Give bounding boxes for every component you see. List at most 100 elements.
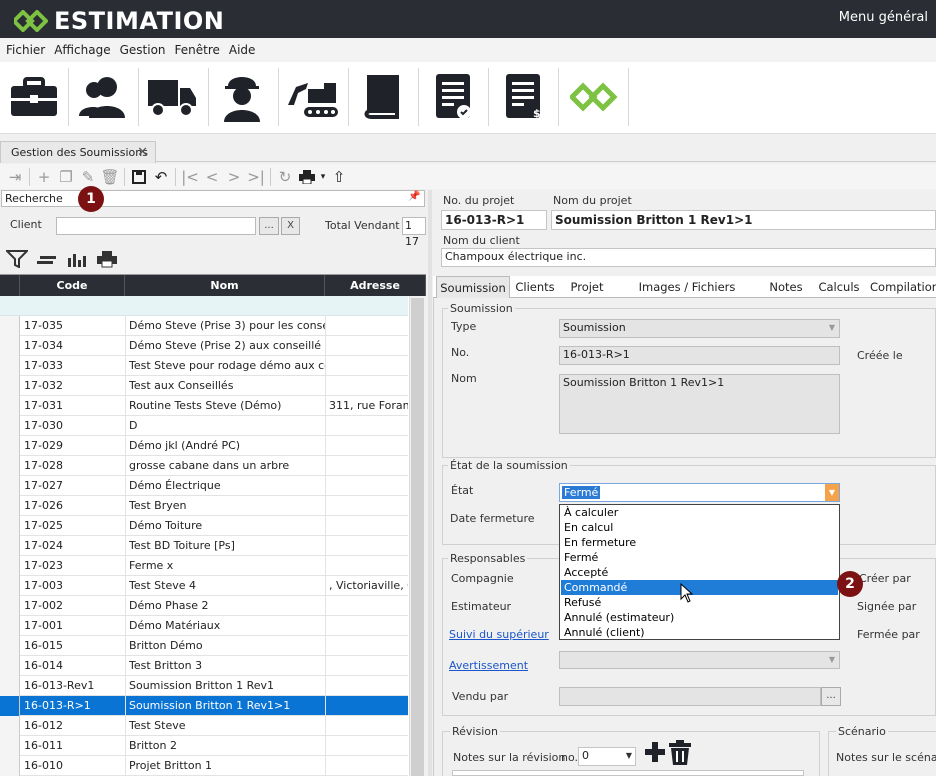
tab-images-fichiers[interactable]: Images / Fichiers attachés	[616, 276, 758, 316]
row-selector[interactable]	[0, 516, 20, 536]
row-selector[interactable]	[0, 656, 20, 676]
export-icon[interactable]: ⇧	[328, 167, 350, 187]
last-icon[interactable]: >|	[245, 167, 267, 187]
etat-option[interactable]: À calculer	[561, 505, 838, 520]
refresh-icon[interactable]: ↻	[274, 167, 296, 187]
copy-icon[interactable]: ❐	[55, 167, 77, 187]
close-icon[interactable]: ✕	[137, 145, 148, 160]
row-selector[interactable]	[0, 476, 20, 496]
edit-icon[interactable]: ✎	[77, 167, 99, 187]
table-row[interactable]: 17-023 Ferme x	[0, 556, 408, 576]
splitter[interactable]	[428, 190, 432, 776]
table-row[interactable]: 17-034 Démo Steve (Prise 2) aux conseillé	[0, 336, 408, 356]
menu-fichier[interactable]: Fichier	[6, 43, 45, 57]
table-row[interactable]: 17-029 Démo jkl (André PC)	[0, 436, 408, 456]
save-icon[interactable]	[128, 167, 150, 187]
column-header-nom[interactable]: Nom	[125, 275, 325, 296]
row-selector[interactable]	[0, 536, 20, 556]
row-selector[interactable]	[0, 736, 20, 756]
nom-field[interactable]: Soumission Britton 1 Rev1>1	[559, 374, 840, 434]
search-input[interactable]: Recherche	[1, 190, 425, 207]
table-row[interactable]: 16-015 Britton Démo	[0, 636, 408, 656]
table-row[interactable]: 17-003 Test Steve 4 , Victoriaville, Q	[0, 576, 408, 596]
etat-option[interactable]: Refusé	[561, 595, 838, 610]
table-row[interactable]: 17-025 Démo Toiture	[0, 516, 408, 536]
row-selector[interactable]	[0, 316, 20, 336]
grid-filter-row[interactable]	[0, 296, 408, 316]
avertissement-link[interactable]: Avertissement	[449, 659, 528, 672]
row-selector[interactable]	[0, 616, 20, 636]
prev-icon[interactable]: <	[201, 167, 223, 187]
revision-no-select[interactable]: 0 ▼	[578, 747, 636, 766]
etat-option[interactable]: En calcul	[561, 520, 838, 535]
etat-option[interactable]: En fermeture	[561, 535, 838, 550]
revision-notes-field[interactable]	[452, 770, 804, 776]
suivi-superieur-link[interactable]: Suivi du supérieur	[449, 628, 549, 641]
undo-icon[interactable]: ↶	[150, 167, 172, 187]
row-selector[interactable]	[0, 576, 20, 596]
table-row[interactable]: 17-026 Test Bryen	[0, 496, 408, 516]
truck-button[interactable]	[142, 66, 202, 128]
catalog-button[interactable]	[352, 66, 412, 128]
row-selector[interactable]	[0, 416, 20, 436]
row-selector[interactable]	[0, 336, 20, 356]
menu-general-button[interactable]: Menu général	[839, 10, 928, 25]
print-icon[interactable]	[96, 250, 118, 268]
row-selector[interactable]	[0, 636, 20, 656]
nom-client-field[interactable]: Champoux électrique inc.	[441, 248, 936, 267]
row-selector[interactable]	[0, 716, 20, 736]
tab-notes[interactable]: Notes	[764, 276, 808, 298]
etat-option[interactable]: Annulé (client)	[561, 625, 838, 640]
row-selector[interactable]	[0, 676, 20, 696]
row-selector[interactable]	[0, 436, 20, 456]
etat-option[interactable]: Commandé	[561, 580, 838, 595]
briefcase-button[interactable]	[4, 66, 64, 128]
client-input[interactable]	[56, 217, 256, 235]
vendu-par-field[interactable]	[559, 687, 821, 706]
tab-calculs[interactable]: Calculs	[814, 276, 864, 298]
table-row[interactable]: 16-013-R>1 Soumission Britton 1 Rev1>1	[0, 696, 408, 716]
first-icon[interactable]: |<	[179, 167, 201, 187]
table-row[interactable]: 16-011 Britton 2	[0, 736, 408, 756]
print-dropdown-icon[interactable]: ▾	[318, 167, 328, 187]
table-row[interactable]: 16-012 Test Steve	[0, 716, 408, 736]
table-row[interactable]: 17-002 Démo Phase 2	[0, 596, 408, 616]
pin-icon[interactable]: 📌	[408, 191, 420, 202]
table-row[interactable]: 17-024 Test BD Toiture [Ps]	[0, 536, 408, 556]
delete-icon[interactable]: 🗑	[99, 167, 121, 187]
column-header-code[interactable]: Code	[20, 275, 125, 296]
table-row[interactable]: 16-010 Projet Britton 1	[0, 756, 408, 776]
row-selector[interactable]	[0, 396, 20, 416]
invoices-button[interactable]: $	[494, 66, 554, 128]
add-icon[interactable]: +	[33, 167, 55, 187]
client-clear-button[interactable]: X	[281, 217, 300, 235]
table-row[interactable]: 17-001 Démo Matériaux	[0, 616, 408, 636]
chart-icon[interactable]	[66, 250, 88, 268]
etat-select[interactable]: Fermé ▼	[559, 483, 840, 502]
row-selector[interactable]	[0, 496, 20, 516]
tab-soumission[interactable]: Soumission	[436, 276, 510, 298]
etat-option[interactable]: Annulé (estimateur)	[561, 610, 838, 625]
delete-revision-icon[interactable]	[668, 740, 692, 769]
exit-icon[interactable]: ⇥	[4, 167, 26, 187]
client-browse-button[interactable]: ...	[259, 217, 279, 235]
table-row[interactable]: 17-031 Routine Tests Steve (Démo) 311, rue…	[0, 396, 408, 416]
no-projet-field[interactable]: 16-013-R>1	[441, 210, 547, 230]
menu-fenetre[interactable]: Fenêtre	[175, 43, 220, 57]
next-icon[interactable]: >	[223, 167, 245, 187]
no-field[interactable]: 16-013-R>1	[559, 346, 840, 365]
soumissions-button[interactable]	[424, 66, 484, 128]
type-select[interactable]: Soumission ▼	[559, 319, 840, 338]
tab-compilation[interactable]: Compilation	[870, 276, 936, 298]
vendu-par-browse-button[interactable]: ...	[821, 687, 841, 706]
row-selector[interactable]	[0, 456, 20, 476]
row-selector[interactable]	[0, 376, 20, 396]
menu-aide[interactable]: Aide	[229, 43, 256, 57]
row-selector[interactable]	[0, 696, 20, 716]
table-row[interactable]: 17-033 Test Steve pour rodage démo aux co…	[0, 356, 408, 376]
table-row[interactable]: 17-027 Démo Électrique	[0, 476, 408, 496]
menu-affichage[interactable]: Affichage	[54, 43, 110, 57]
clients-button[interactable]	[72, 66, 132, 128]
column-header-adresse[interactable]: Adresse	[325, 275, 426, 296]
menu-gestion[interactable]: Gestion	[120, 43, 166, 57]
